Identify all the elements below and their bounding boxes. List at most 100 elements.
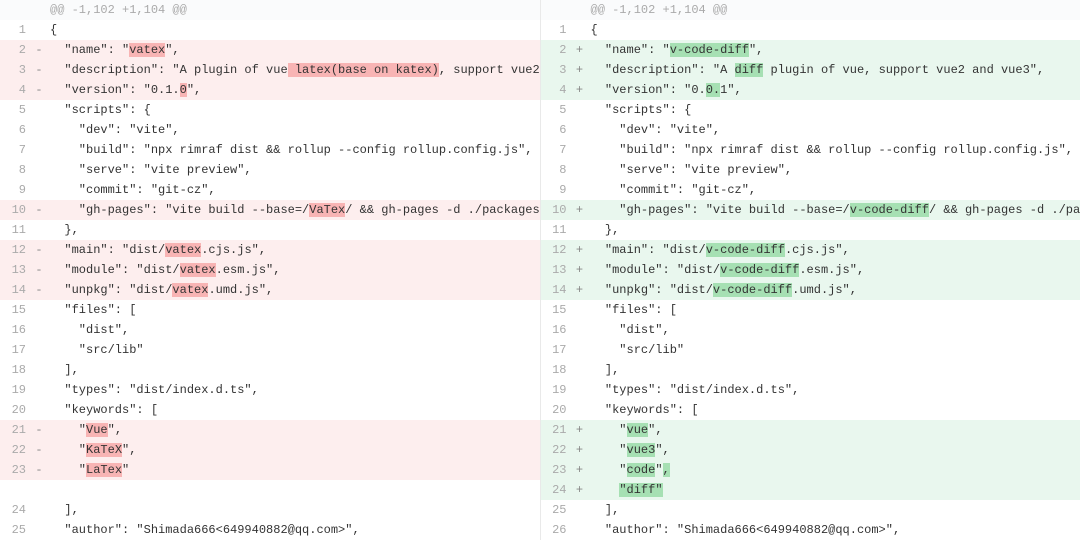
diff-code[interactable]: "version": "0.1.0",	[46, 80, 540, 100]
diff-row[interactable]: 17 "src/lib"	[0, 340, 540, 360]
diff-row[interactable]	[0, 480, 540, 500]
diff-code[interactable]: "module": "dist/v-code-diff.esm.js",	[587, 260, 1080, 280]
diff-row[interactable]: 24+ "diff"	[541, 480, 1080, 500]
diff-row[interactable]: 2- "name": "vatex",	[0, 40, 540, 60]
diff-code[interactable]: "src/lib"	[46, 340, 540, 360]
diff-row[interactable]: 11 },	[541, 220, 1080, 240]
diff-code[interactable]: "scripts": {	[46, 100, 540, 120]
diff-row[interactable]: 8 "serve": "vite preview",	[541, 160, 1080, 180]
diff-code[interactable]: "serve": "vite preview",	[46, 160, 540, 180]
diff-code[interactable]: "unpkg": "dist/vatex.umd.js",	[46, 280, 540, 300]
diff-code[interactable]: "scripts": {	[587, 100, 1080, 120]
diff-code[interactable]: "LaTex"	[46, 460, 540, 480]
diff-code[interactable]: "name": "vatex",	[46, 40, 540, 60]
diff-code[interactable]: "dist",	[46, 320, 540, 340]
diff-row[interactable]: 21- "Vue",	[0, 420, 540, 440]
diff-row[interactable]: 19 "types": "dist/index.d.ts",	[0, 380, 540, 400]
diff-row[interactable]: 13+ "module": "dist/v-code-diff.esm.js",	[541, 260, 1080, 280]
diff-row[interactable]: 11 },	[0, 220, 540, 240]
diff-row[interactable]: 15 "files": [	[541, 300, 1080, 320]
diff-code[interactable]	[46, 480, 540, 500]
diff-row[interactable]: 25 "author": "Shimada666<649940882@qq.co…	[0, 520, 540, 540]
diff-row[interactable]: 3- "description": "A plugin of vue latex…	[0, 60, 540, 80]
diff-code[interactable]: "version": "0.0.1",	[587, 80, 1080, 100]
diff-row[interactable]: 14- "unpkg": "dist/vatex.umd.js",	[0, 280, 540, 300]
diff-row[interactable]: 19 "types": "dist/index.d.ts",	[541, 380, 1080, 400]
diff-code[interactable]: @@ -1,102 +1,104 @@	[587, 0, 1080, 20]
diff-code[interactable]: ],	[587, 500, 1080, 520]
diff-row[interactable]: 4+ "version": "0.0.1",	[541, 80, 1080, 100]
diff-code[interactable]: ],	[46, 500, 540, 520]
diff-code[interactable]: ],	[46, 360, 540, 380]
diff-code[interactable]: "Vue",	[46, 420, 540, 440]
diff-code[interactable]: "gh-pages": "vite build --base=/VaTex/ &…	[46, 200, 540, 220]
diff-row[interactable]: 12+ "main": "dist/v-code-diff.cjs.js",	[541, 240, 1080, 260]
diff-code[interactable]: "vue3",	[587, 440, 1080, 460]
diff-row[interactable]: 3+ "description": "A diff plugin of vue,…	[541, 60, 1080, 80]
diff-row[interactable]: 16 "dist",	[541, 320, 1080, 340]
diff-code[interactable]: "code",	[587, 460, 1080, 480]
diff-code[interactable]: "main": "dist/v-code-diff.cjs.js",	[587, 240, 1080, 260]
diff-code[interactable]: "KaTeX",	[46, 440, 540, 460]
diff-row[interactable]: 17 "src/lib"	[541, 340, 1080, 360]
diff-code[interactable]: "name": "v-code-diff",	[587, 40, 1080, 60]
diff-row[interactable]: 2+ "name": "v-code-diff",	[541, 40, 1080, 60]
diff-code[interactable]: "files": [	[46, 300, 540, 320]
diff-row[interactable]: 6 "dev": "vite",	[0, 120, 540, 140]
diff-row[interactable]: 8 "serve": "vite preview",	[0, 160, 540, 180]
diff-row[interactable]: 10- "gh-pages": "vite build --base=/VaTe…	[0, 200, 540, 220]
diff-code[interactable]: "vue",	[587, 420, 1080, 440]
diff-row[interactable]: 12- "main": "dist/vatex.cjs.js",	[0, 240, 540, 260]
diff-row[interactable]: 23+ "code",	[541, 460, 1080, 480]
diff-row[interactable]: 6 "dev": "vite",	[541, 120, 1080, 140]
diff-code[interactable]: "author": "Shimada666<649940882@qq.com>"…	[46, 520, 540, 540]
diff-code[interactable]: "commit": "git-cz",	[46, 180, 540, 200]
diff-row[interactable]: 26 "author": "Shimada666<649940882@qq.co…	[541, 520, 1080, 540]
diff-code[interactable]: "build": "npx rimraf dist && rollup --co…	[46, 140, 540, 160]
diff-row[interactable]: 22- "KaTeX",	[0, 440, 540, 460]
diff-row[interactable]: 10+ "gh-pages": "vite build --base=/v-co…	[541, 200, 1080, 220]
diff-code[interactable]: "unpkg": "dist/v-code-diff.umd.js",	[587, 280, 1080, 300]
diff-code[interactable]: {	[587, 20, 1080, 40]
diff-row[interactable]: 9 "commit": "git-cz",	[0, 180, 540, 200]
diff-row[interactable]: 20 "keywords": [	[541, 400, 1080, 420]
diff-row[interactable]: 14+ "unpkg": "dist/v-code-diff.umd.js",	[541, 280, 1080, 300]
diff-row[interactable]: 21+ "vue",	[541, 420, 1080, 440]
diff-code[interactable]: "build": "npx rimraf dist && rollup --co…	[587, 140, 1080, 160]
diff-code[interactable]: "types": "dist/index.d.ts",	[587, 380, 1080, 400]
diff-code[interactable]: @@ -1,102 +1,104 @@	[46, 0, 540, 20]
diff-code[interactable]: "author": "Shimada666<649940882@qq.com>"…	[587, 520, 1080, 540]
diff-code[interactable]: "description": "A plugin of vue latex(ba…	[46, 60, 540, 80]
diff-code[interactable]: "serve": "vite preview",	[587, 160, 1080, 180]
diff-row[interactable]: 15 "files": [	[0, 300, 540, 320]
diff-code[interactable]: "commit": "git-cz",	[587, 180, 1080, 200]
diff-row[interactable]: 24 ],	[0, 500, 540, 520]
diff-code[interactable]: "module": "dist/vatex.esm.js",	[46, 260, 540, 280]
diff-code[interactable]: {	[46, 20, 540, 40]
diff-code[interactable]: },	[587, 220, 1080, 240]
diff-row[interactable]: 5 "scripts": {	[0, 100, 540, 120]
diff-row[interactable]: @@ -1,102 +1,104 @@	[0, 0, 540, 20]
diff-code[interactable]: "dev": "vite",	[46, 120, 540, 140]
diff-code[interactable]: "types": "dist/index.d.ts",	[46, 380, 540, 400]
diff-code[interactable]: "keywords": [	[46, 400, 540, 420]
diff-code[interactable]: "diff"	[587, 480, 1080, 500]
diff-row[interactable]: 20 "keywords": [	[0, 400, 540, 420]
diff-code[interactable]: },	[46, 220, 540, 240]
diff-row[interactable]: 9 "commit": "git-cz",	[541, 180, 1080, 200]
diff-code[interactable]: "files": [	[587, 300, 1080, 320]
diff-row[interactable]: 23- "LaTex"	[0, 460, 540, 480]
diff-row[interactable]: 18 ],	[0, 360, 540, 380]
diff-row[interactable]: 25 ],	[541, 500, 1080, 520]
diff-row[interactable]: 4- "version": "0.1.0",	[0, 80, 540, 100]
diff-row[interactable]: 1{	[541, 20, 1080, 40]
diff-code[interactable]: "keywords": [	[587, 400, 1080, 420]
diff-row[interactable]: 5 "scripts": {	[541, 100, 1080, 120]
diff-code[interactable]: "dev": "vite",	[587, 120, 1080, 140]
diff-row[interactable]: 16 "dist",	[0, 320, 540, 340]
diff-code[interactable]: "src/lib"	[587, 340, 1080, 360]
diff-row[interactable]: 1{	[0, 20, 540, 40]
diff-row[interactable]: 7 "build": "npx rimraf dist && rollup --…	[541, 140, 1080, 160]
diff-row[interactable]: 7 "build": "npx rimraf dist && rollup --…	[0, 140, 540, 160]
diff-code[interactable]: "description": "A diff plugin of vue, su…	[587, 60, 1080, 80]
